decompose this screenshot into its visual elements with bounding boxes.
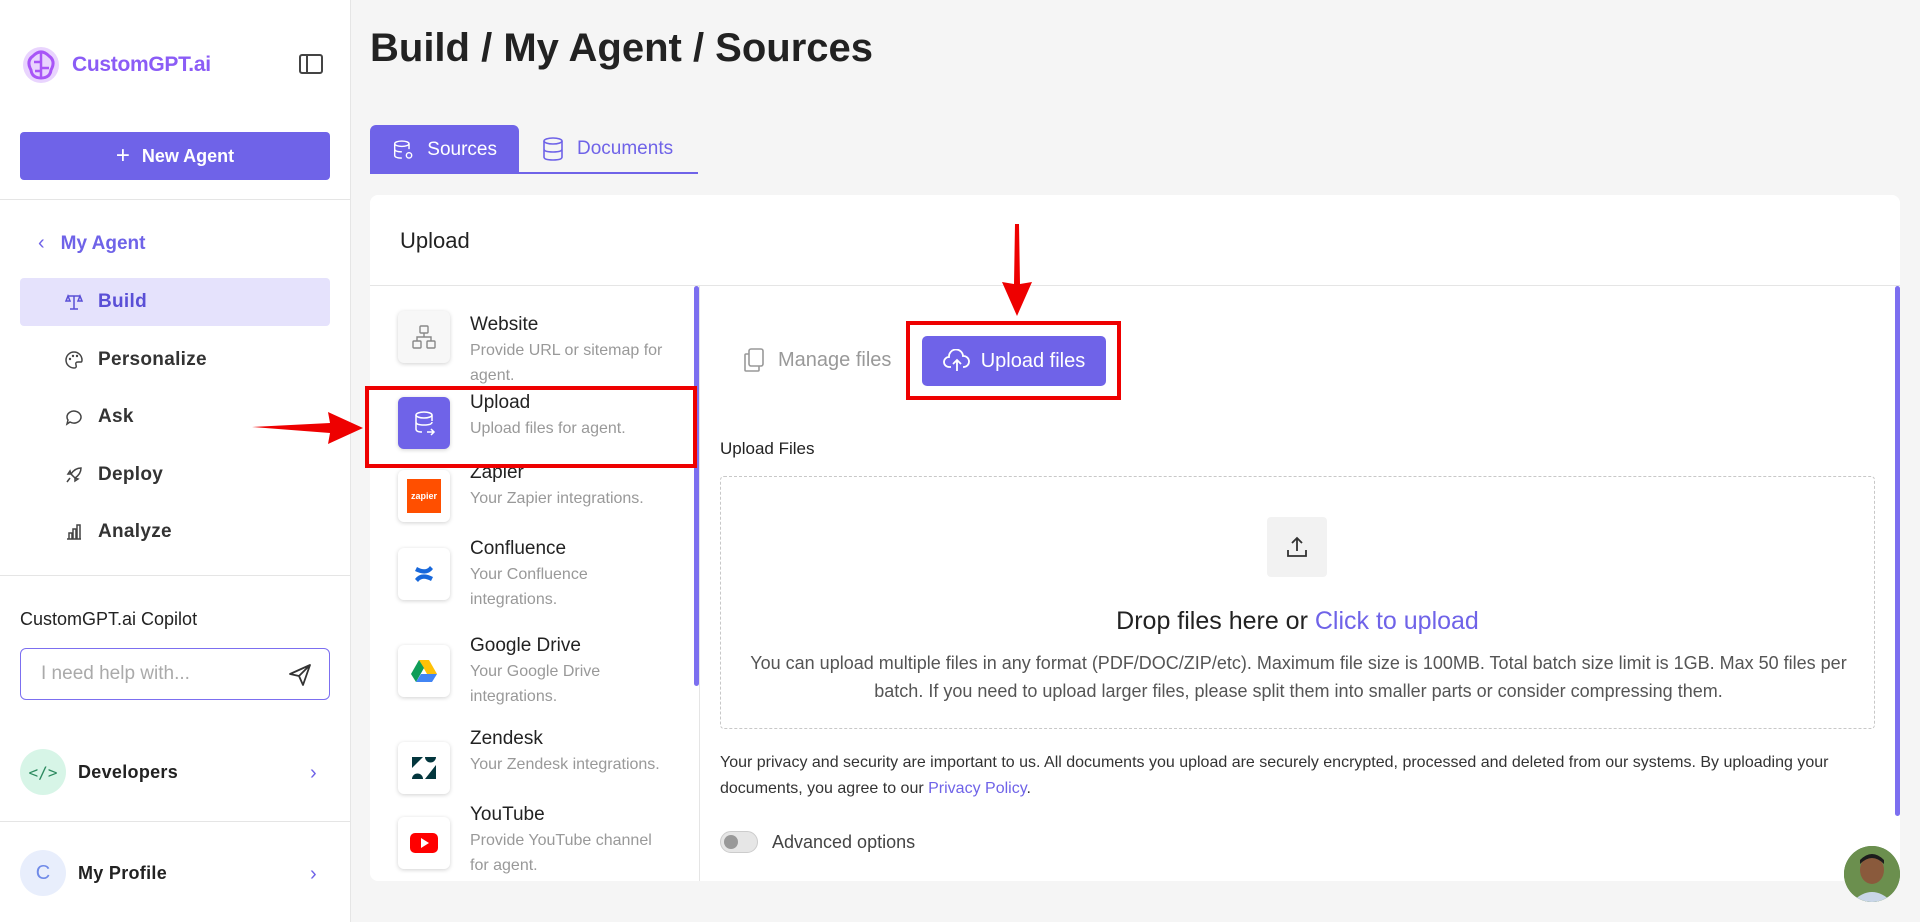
profile-label: My Profile [78, 862, 168, 883]
source-name: Google Drive [470, 635, 581, 656]
new-agent-label: New Agent [141, 145, 235, 166]
source-name: Confluence [470, 538, 567, 559]
back-label: My Agent [60, 232, 146, 254]
sidebar-item-deploy[interactable]: Deploy [20, 451, 330, 499]
zapier-icon-box: zapier [407, 479, 441, 513]
copilot-placeholder: I need help with... [41, 663, 190, 684]
youtube-icon [398, 817, 450, 869]
source-desc: Your Confluence integrations. [470, 566, 588, 608]
source-item-website[interactable]: Website Provide URL or sitemap for agent… [370, 296, 694, 386]
file-dropzone[interactable]: Drop files here or Click to upload You c… [720, 476, 1875, 729]
privacy-policy-link[interactable]: Privacy Policy [928, 780, 1026, 797]
highlight-box-upload-source [365, 386, 697, 468]
source-desc: Provide YouTube channel for agent. [470, 832, 652, 874]
drop-text-main: Drop files here or [1116, 607, 1315, 635]
source-name: Zendesk [470, 728, 543, 749]
page-title: Build / My Agent / Sources [370, 26, 874, 70]
copilot-input[interactable]: I need help with... [20, 648, 330, 700]
copilot-title: CustomGPT.ai Copilot [20, 609, 198, 629]
advanced-options-toggle[interactable] [720, 831, 758, 853]
palette-icon [65, 351, 83, 369]
plus-icon: + [115, 142, 130, 169]
confluence-icon [398, 548, 450, 600]
content-scrollbar[interactable] [1895, 286, 1900, 816]
source-desc: Your Google Drive integrations. [470, 663, 601, 705]
tab-sources[interactable]: Sources [370, 125, 519, 174]
source-desc: Your Zapier integrations. [470, 490, 644, 507]
red-arrow-down-icon [1002, 224, 1032, 316]
sidebar-item-label: Personalize [98, 349, 207, 370]
sidebar-item-label: Deploy [98, 464, 164, 485]
upload-card: Upload Website Provide URL or sitemap fo… [370, 195, 1900, 881]
click-to-upload-link[interactable]: Click to upload [1315, 607, 1479, 635]
source-desc: Provide URL or sitemap for agent. [470, 342, 663, 384]
build-icon [64, 293, 84, 310]
bar-chart-icon [67, 524, 81, 540]
red-arrow-right-icon [252, 412, 363, 444]
sidebar-item-label: Ask [98, 406, 134, 427]
source-item-confluence[interactable]: Confluence Your Confluence integrations. [370, 534, 694, 624]
new-agent-button[interactable]: + New Agent [20, 132, 330, 180]
privacy-text: Your privacy and security are important … [720, 754, 1829, 797]
tab-documents[interactable]: Documents [519, 125, 698, 174]
sidebar-item-build[interactable]: Build [20, 278, 330, 326]
privacy-notice: Your privacy and security are important … [720, 750, 1880, 802]
source-desc: Your Zendesk integrations. [470, 756, 660, 773]
chevron-left-icon: ‹ [38, 232, 45, 254]
brain-logo-icon [23, 47, 59, 83]
database-icon [543, 136, 563, 161]
send-icon[interactable] [287, 662, 313, 688]
back-to-my-agent[interactable]: ‹ My Agent [38, 232, 145, 255]
sidebar: CustomGPT.ai + New Agent ‹ My Agent Buil… [0, 0, 351, 922]
sidebar-toggle-icon[interactable] [298, 52, 324, 76]
advanced-options[interactable]: Advanced options [720, 831, 915, 853]
manage-files-button[interactable]: Manage files [742, 347, 891, 373]
advanced-options-label: Advanced options [772, 831, 916, 852]
drop-text: Drop files here or Click to upload [721, 607, 1874, 636]
code-icon: </> [20, 749, 66, 795]
source-item-youtube[interactable]: YouTube Provide YouTube channel for agen… [370, 801, 694, 881]
developers-link[interactable]: </> Developers › [20, 748, 330, 796]
source-item-zendesk[interactable]: Zendesk Your Zendesk integrations. [370, 726, 694, 801]
card-title: Upload [400, 228, 470, 253]
logo[interactable]: CustomGPT.ai [20, 44, 211, 86]
divider [0, 575, 351, 576]
tab-label: Sources [427, 138, 497, 160]
chat-icon [65, 410, 82, 426]
source-name: YouTube [470, 804, 545, 825]
divider [0, 199, 351, 200]
sitemap-icon [398, 311, 450, 363]
source-list-scrollbar[interactable] [694, 286, 699, 686]
chevron-right-icon: › [310, 762, 317, 784]
logo-text: CustomGPT.ai [72, 53, 211, 76]
database-settings-icon [393, 139, 413, 159]
tab-label: Documents [577, 137, 674, 159]
sidebar-item-label: Analyze [98, 521, 172, 542]
sidebar-item-label: Build [98, 291, 147, 312]
zapier-icon: zapier [398, 470, 450, 522]
google-drive-icon [398, 645, 450, 697]
copy-icon [744, 348, 764, 372]
zendesk-icon [398, 742, 450, 794]
source-name: Website [470, 314, 539, 335]
upload-files-section-label: Upload Files [720, 439, 815, 458]
privacy-end: . [1026, 780, 1031, 797]
manage-files-label: Manage files [778, 348, 892, 371]
sidebar-item-personalize[interactable]: Personalize [20, 336, 330, 384]
divider [0, 821, 351, 822]
source-item-zapier[interactable]: zapier Zapier Your Zapier integrations. [370, 462, 694, 534]
support-chat-avatar[interactable] [1844, 846, 1900, 902]
my-profile-link[interactable]: C My Profile › [20, 849, 330, 897]
rocket-icon [66, 467, 82, 483]
drop-description: You can upload multiple files in any for… [750, 653, 1847, 701]
person-photo-icon [1844, 846, 1900, 902]
chevron-right-icon: › [310, 863, 317, 885]
sidebar-item-analyze[interactable]: Analyze [20, 508, 330, 556]
source-item-google-drive[interactable]: Google Drive Your Google Drive integrati… [370, 631, 694, 721]
highlight-box-upload-button [906, 321, 1121, 400]
source-list: Website Provide URL or sitemap for agent… [370, 286, 700, 881]
developers-label: Developers [78, 761, 179, 782]
upload-arrow-icon [1267, 517, 1327, 577]
avatar: C [20, 850, 66, 896]
